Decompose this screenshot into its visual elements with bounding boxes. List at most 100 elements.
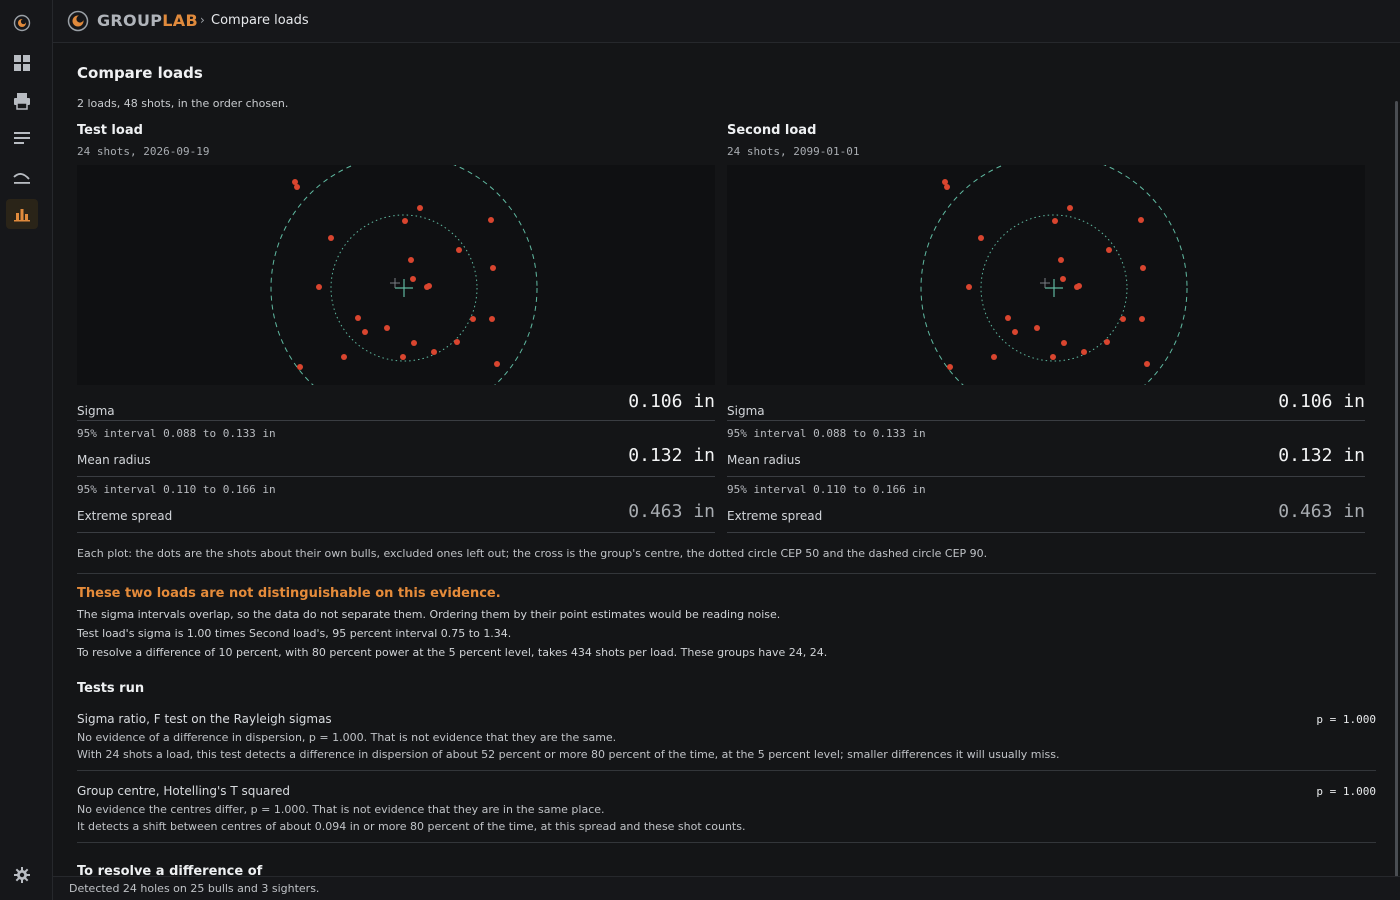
shot-dot <box>494 361 500 367</box>
main-content: Compare loads 2 loads, 48 shots, in the … <box>53 43 1390 876</box>
shot-dot <box>454 339 460 345</box>
shot-dot <box>424 284 430 290</box>
test-line: It detects a shift between centres of ab… <box>77 820 746 833</box>
stat-label: Extreme spread <box>727 509 823 523</box>
shot-dot <box>294 184 300 190</box>
cep90-circle <box>270 165 538 385</box>
scrollbar[interactable] <box>1390 43 1400 900</box>
shot-plot <box>727 165 1365 385</box>
shot-dot <box>1005 315 1011 321</box>
test-p-value: p = 1.000 <box>1316 713 1376 726</box>
divider <box>77 573 1376 574</box>
page-subtitle: 2 loads, 48 shots, in the order chosen. <box>77 97 289 110</box>
test-line: No evidence the centres differ, p = 1.00… <box>77 803 605 816</box>
stat-value: 0.132 in <box>628 445 715 466</box>
stat-interval: 95% interval 0.110 to 0.166 in <box>727 483 926 496</box>
section-title: To resolve a difference of <box>77 864 263 876</box>
shot-dot <box>316 284 322 290</box>
shot-dot <box>456 247 462 253</box>
verdict-line: Test load's sigma is 1.00 times Second l… <box>77 627 512 640</box>
scrollbar-thumb[interactable] <box>1395 101 1398 900</box>
header: GROUPLAB › Compare loads <box>53 0 1400 43</box>
shot-dot <box>470 316 476 322</box>
plot-caption: Each plot: the dots are the shots about … <box>77 547 988 560</box>
stat-label: Sigma <box>727 404 765 418</box>
shot-dot <box>490 265 496 271</box>
shot-dot <box>1050 354 1056 360</box>
shot-plot-svg <box>920 165 1188 385</box>
shot-dot <box>1139 316 1145 322</box>
breadcrumb-separator: › <box>200 13 205 27</box>
verdict-line: To resolve a difference of 10 percent, w… <box>77 646 828 659</box>
printer-icon[interactable] <box>6 86 38 116</box>
stat-extreme-spread: 95% interval 0.110 to 0.166 in Extreme s… <box>727 477 1365 533</box>
shot-dot <box>1012 329 1018 335</box>
shot-dot <box>1140 265 1146 271</box>
stat-value: 0.463 in <box>628 501 715 522</box>
bar-chart-icon[interactable] <box>6 199 38 229</box>
shot-dot <box>1120 316 1126 322</box>
shot-dot <box>1060 276 1066 282</box>
stat-value: 0.106 in <box>628 391 715 412</box>
arc-icon[interactable] <box>6 162 38 192</box>
shot-dot <box>1138 217 1144 223</box>
list-icon[interactable] <box>6 124 38 154</box>
stat-interval: 95% interval 0.088 to 0.133 in <box>727 427 926 440</box>
gear-icon[interactable] <box>6 860 38 890</box>
stat-sigma: Sigma 0.106 in <box>727 385 1365 421</box>
shot-dot <box>978 235 984 241</box>
load-meta: 24 shots, 2099-01-01 <box>727 145 860 158</box>
test-line: With 24 shots a load, this test detects … <box>77 748 1060 761</box>
shot-dot <box>1081 349 1087 355</box>
test-p-value: p = 1.000 <box>1316 785 1376 798</box>
stat-value: 0.463 in <box>1278 501 1365 522</box>
stat-mean-radius: 95% interval 0.088 to 0.133 in Mean radi… <box>77 421 715 477</box>
shot-plot <box>77 165 715 385</box>
shot-dot <box>944 184 950 190</box>
shot-dot <box>1074 284 1080 290</box>
breadcrumb[interactable]: Compare loads <box>211 13 309 28</box>
stat-label: Sigma <box>77 404 115 418</box>
verdict-line: The sigma intervals overlap, so the data… <box>77 608 781 621</box>
shot-dot <box>355 315 361 321</box>
sidebar <box>0 0 53 900</box>
shot-dot <box>1061 340 1067 346</box>
shot-dot <box>1052 218 1058 224</box>
stat-label: Mean radius <box>727 453 801 467</box>
stat-value: 0.132 in <box>1278 445 1365 466</box>
divider <box>77 842 1376 843</box>
shot-dot <box>488 217 494 223</box>
load-panel-second: Second load 24 shots, 2099-01-01 Sigma 0… <box>727 123 1365 533</box>
shot-dot <box>991 354 997 360</box>
test-line: No evidence of a difference in dispersio… <box>77 731 617 744</box>
shot-dot <box>431 349 437 355</box>
logo-icon[interactable] <box>6 8 38 38</box>
shot-dot <box>1034 325 1040 331</box>
stat-value: 0.106 in <box>1278 391 1365 412</box>
verdict-title: These two loads are not distinguishable … <box>77 586 501 601</box>
status-text: Detected 24 holes on 25 bulls and 3 sigh… <box>69 882 320 895</box>
load-meta: 24 shots, 2026-09-19 <box>77 145 210 158</box>
brand-logo-icon[interactable] <box>67 10 89 36</box>
stat-extreme-spread: 95% interval 0.110 to 0.166 in Extreme s… <box>77 477 715 533</box>
load-name: Test load <box>77 123 143 138</box>
status-bar: Detected 24 holes on 25 bulls and 3 sigh… <box>53 876 1400 900</box>
shot-dot <box>1067 205 1073 211</box>
test-name: Sigma ratio, F test on the Rayleigh sigm… <box>77 712 332 726</box>
shot-dot <box>400 354 406 360</box>
shot-dot <box>966 284 972 290</box>
shot-dot <box>402 218 408 224</box>
dashboard-icon[interactable] <box>6 48 38 78</box>
stat-label: Mean radius <box>77 453 151 467</box>
load-panel-test: Test load 24 shots, 2026-09-19 Sigma 0.1… <box>77 123 715 533</box>
stat-interval: 95% interval 0.088 to 0.133 in <box>77 427 276 440</box>
shot-dot <box>411 340 417 346</box>
stat-mean-radius: 95% interval 0.088 to 0.133 in Mean radi… <box>727 421 1365 477</box>
shot-dot <box>341 354 347 360</box>
load-name: Second load <box>727 123 817 138</box>
brand-name[interactable]: GROUPLAB <box>97 11 198 30</box>
shot-dot <box>410 276 416 282</box>
cep90-circle <box>920 165 1188 385</box>
test-name: Group centre, Hotelling's T squared <box>77 784 291 798</box>
divider <box>77 770 1376 771</box>
